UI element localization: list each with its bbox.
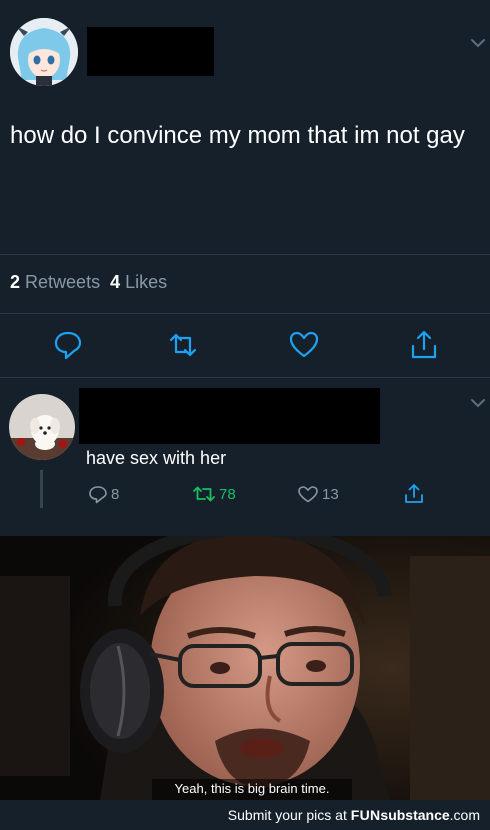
dog-avatar-image (9, 394, 75, 460)
reply-text: have sex with her (86, 448, 227, 468)
reply-icon[interactable] (52, 328, 84, 362)
tweet-text: how do I convince my mom that im not gay (10, 122, 465, 149)
share-icon[interactable] (408, 328, 440, 362)
retweet-button[interactable]: 78 (192, 482, 236, 506)
like-icon[interactable] (288, 328, 320, 362)
reply-icon (89, 486, 107, 504)
man-with-headphones-image (0, 536, 490, 800)
like-button[interactable]: 13 (297, 482, 339, 506)
chevron-down-icon[interactable] (470, 398, 486, 408)
divider (0, 313, 490, 314)
retweet-icon[interactable] (167, 328, 199, 362)
watermark-prefix: Submit your pics at (227, 807, 351, 823)
reaction-meme-image: Yeah, this is big brain time. (0, 536, 490, 800)
retweet-icon (193, 486, 215, 502)
share-button[interactable] (403, 482, 425, 506)
watermark-footer: Submit your pics at FUNsubstance.com (0, 800, 490, 830)
anime-avatar-image (10, 18, 78, 86)
retweets-count[interactable]: 2 (10, 272, 20, 292)
watermark-text: Submit your pics at FUNsubstance.com (228, 807, 480, 823)
brand-fun: FUN (350, 807, 381, 823)
like-count: 13 (322, 485, 339, 503)
likes-label[interactable]: Likes (125, 272, 167, 292)
reply-count: 8 (111, 485, 120, 503)
retweets-label[interactable]: Retweets (25, 272, 100, 292)
meme-caption: Yeah, this is big brain time. (174, 781, 330, 796)
brand-tld: .com (449, 807, 480, 823)
reply-button[interactable]: 8 (88, 482, 119, 506)
redacted-name (87, 27, 214, 76)
thread-line (40, 470, 43, 508)
tweet-actions (0, 328, 490, 364)
like-icon (298, 486, 318, 503)
share-icon (405, 484, 423, 503)
avatar[interactable] (9, 394, 75, 460)
redacted-name (79, 388, 380, 444)
avatar[interactable] (10, 18, 78, 86)
chevron-down-icon[interactable] (470, 38, 486, 48)
tweet-stats: 2 Retweets 4 Likes (10, 272, 167, 293)
original-tweet: how do I convince my mom that im not gay… (0, 0, 490, 378)
brand-substance: substance (380, 807, 450, 823)
retweet-count: 78 (219, 485, 236, 503)
caption-box: Yeah, this is big brain time. (152, 779, 352, 800)
reply-tweet: have sex with her 8 78 13 (0, 378, 490, 536)
divider (0, 254, 490, 255)
likes-count[interactable]: 4 (110, 272, 120, 292)
